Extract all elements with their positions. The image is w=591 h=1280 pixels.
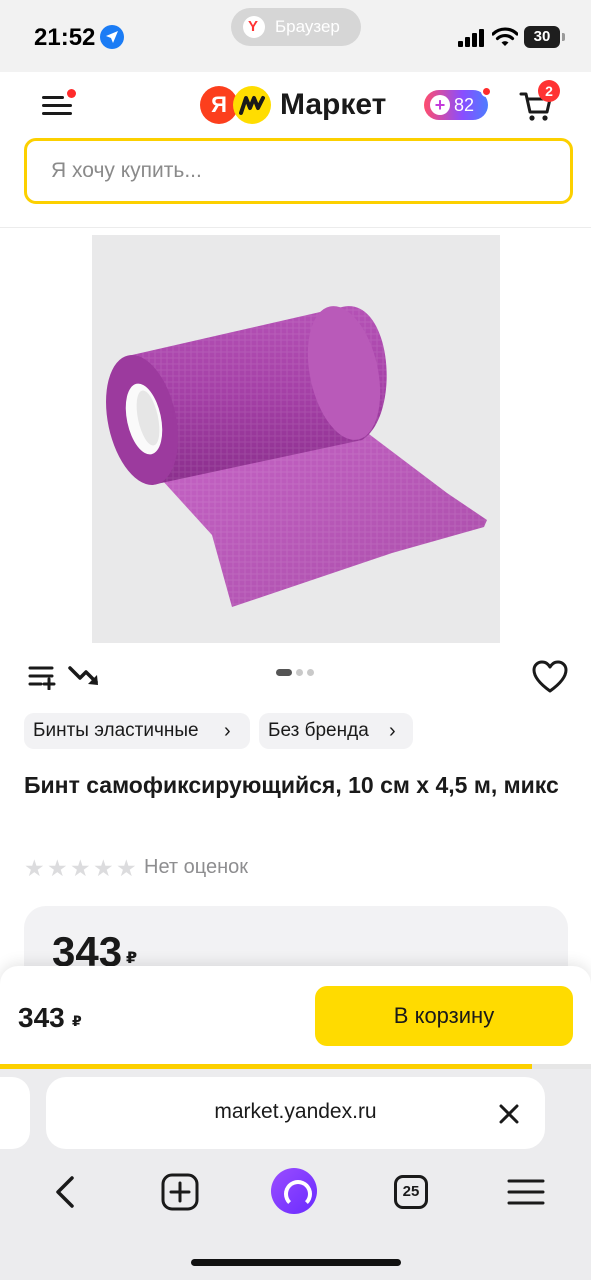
cart-count-badge: 2 xyxy=(538,80,560,102)
plus-points-badge[interactable]: + 82 xyxy=(424,86,492,120)
brand-chip-label: Без бренда xyxy=(268,720,369,741)
app-header: Я Маркет + 82 2 xyxy=(0,72,591,228)
price-drop-icon[interactable] xyxy=(68,664,102,695)
rating-stars: ★ ★ ★ ★ ★ xyxy=(24,856,139,880)
search-input[interactable] xyxy=(51,141,551,201)
new-tab-icon[interactable] xyxy=(160,1172,200,1212)
close-icon[interactable] xyxy=(498,1103,520,1130)
yandex-browser-icon xyxy=(243,16,265,38)
wifi-icon xyxy=(491,27,519,52)
star-icon: ★ xyxy=(93,855,114,881)
menu-button[interactable] xyxy=(42,89,76,120)
favorite-heart-icon[interactable] xyxy=(532,660,568,699)
pager-dot xyxy=(296,669,303,676)
tabs-icon[interactable]: 25 xyxy=(394,1175,428,1209)
plus-icon: + xyxy=(430,95,450,115)
buy-bar-currency: ₽ xyxy=(72,1013,82,1029)
plus-points-count: 82 xyxy=(454,95,475,115)
market-logo-icon xyxy=(233,86,271,124)
star-icon: ★ xyxy=(24,855,45,881)
star-icon: ★ xyxy=(70,855,91,881)
notification-dot xyxy=(481,86,492,97)
search-box[interactable] xyxy=(24,138,573,204)
logo-text: Маркет xyxy=(280,88,387,121)
address-bar[interactable]: market.yandex.ru xyxy=(46,1077,545,1149)
buy-bar: 343 ₽ В корзину xyxy=(0,966,591,1070)
url-text: market.yandex.ru xyxy=(214,1100,377,1123)
browser-return-label: Браузер xyxy=(275,17,340,36)
clock: 21:52 xyxy=(34,24,96,51)
star-icon: ★ xyxy=(116,855,137,881)
back-icon[interactable] xyxy=(48,1172,88,1212)
location-arrow-icon xyxy=(100,25,124,49)
add-to-cart-button[interactable]: В корзину xyxy=(315,986,573,1046)
chevron-right-icon: › xyxy=(389,720,396,742)
browser-return-pill[interactable]: Браузер xyxy=(231,8,361,46)
currency-sign: ₽ xyxy=(126,950,138,967)
star-icon: ★ xyxy=(47,855,68,881)
battery-icon: 30 xyxy=(524,26,565,48)
product-image[interactable] xyxy=(92,235,500,643)
product-title: Бинт самофиксирующийся, 10 см х 4,5 м, м… xyxy=(24,772,559,798)
rating-text: Нет оценок xyxy=(144,856,249,878)
add-to-list-icon[interactable] xyxy=(28,664,56,695)
brand-chip[interactable]: Без бренда › xyxy=(259,713,413,749)
status-bar: 21:52 Браузер 30 xyxy=(0,0,591,72)
category-chip-label: Бинты эластичные xyxy=(33,720,199,741)
cart-button[interactable]: 2 xyxy=(518,80,560,124)
category-chip[interactable]: Бинты эластичные › xyxy=(24,713,250,749)
pager-dot xyxy=(307,669,314,676)
home-indicator[interactable] xyxy=(191,1259,401,1266)
alice-icon[interactable] xyxy=(271,1168,317,1214)
pager-dot-active xyxy=(276,669,292,676)
buy-bar-price: 343 xyxy=(18,1002,65,1033)
signal-icon xyxy=(458,29,484,47)
menu-icon[interactable] xyxy=(506,1172,546,1212)
bandage-roll-image xyxy=(106,306,487,607)
chevron-right-icon: › xyxy=(224,720,231,742)
image-carousel-pager xyxy=(276,669,316,677)
previous-tab-card[interactable] xyxy=(0,1077,30,1149)
notification-dot xyxy=(67,89,76,98)
